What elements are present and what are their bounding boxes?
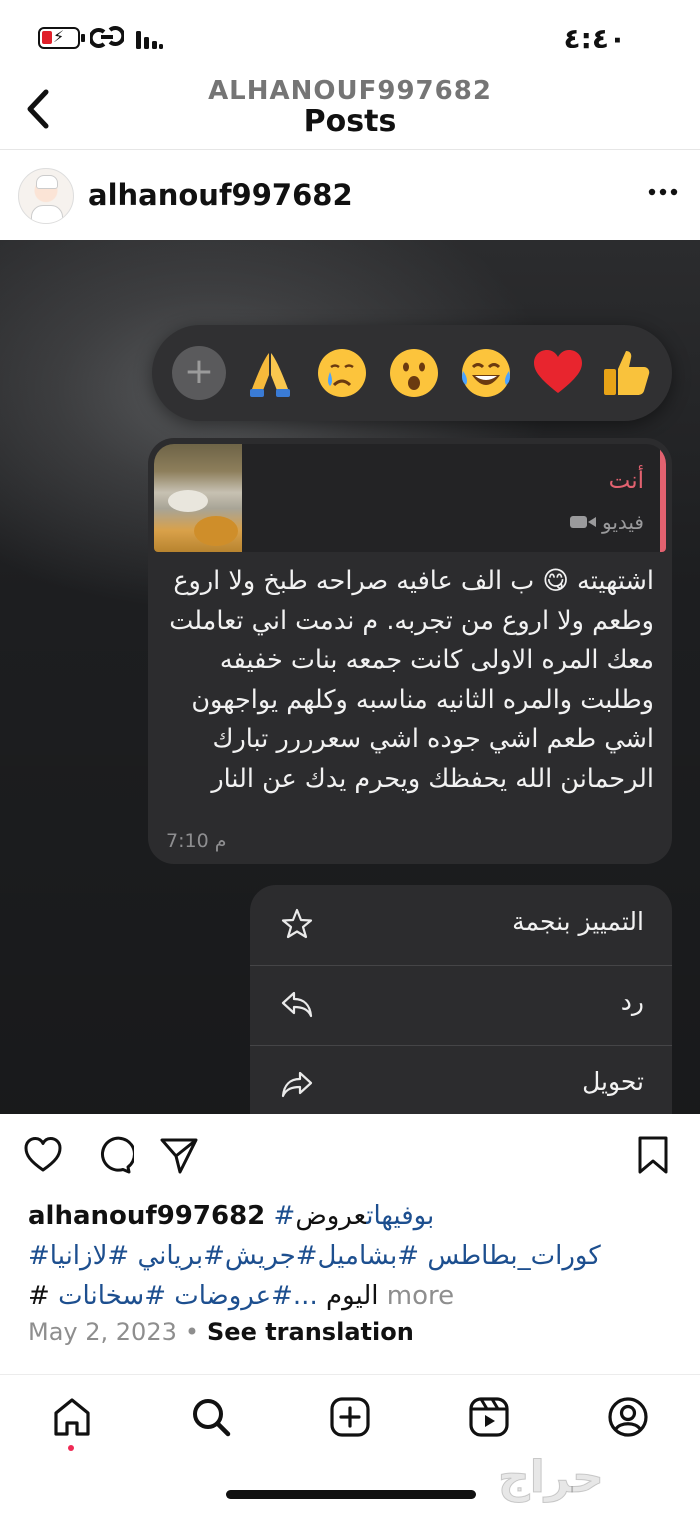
video-thumbnail [154, 444, 242, 552]
see-translation-link[interactable]: See translation [207, 1318, 414, 1346]
avatar[interactable] [18, 168, 74, 224]
status-bar: ⚡ ٤:٤٠ [0, 0, 700, 70]
chat-message-bubble: أنت فيديو اشتهيته 😋 ب الف عافيه صراحه طب… [148, 438, 672, 864]
link-icon [90, 26, 124, 48]
thumbs-up-emoji-icon [604, 351, 650, 395]
crying-emoji-icon [318, 349, 366, 397]
message-time: 7:10 م [166, 830, 227, 852]
header: ALHANOUF997682 Posts [0, 70, 700, 150]
create-icon[interactable] [328, 1395, 372, 1439]
reply-quote: أنت فيديو [154, 444, 666, 552]
post-author-row: alhanouf997682 [0, 152, 700, 240]
post-caption: alhanouf997682 #بوفيهاتعروض #كورات_بطاطس… [28, 1196, 678, 1316]
reply-arrow-icon [281, 991, 313, 1018]
menu-item-star: التمييز بنجمة [250, 885, 672, 965]
caption-line: alhanouf997682 #بوفيهاتعروض [28, 1196, 678, 1236]
heart-emoji-icon [534, 350, 582, 393]
signal-icon [136, 31, 163, 49]
caption-hashtags[interactable]: #كورات_بطاطس #بشاميل#جريش#برياني #لازاني… [28, 1236, 678, 1276]
post-image[interactable]: + أنت فيديو اشتهيته 😋 ب الف عافيه صراحه … [0, 240, 700, 1114]
add-reaction-icon: + [172, 346, 226, 400]
header-username: ALHANOUF997682 [208, 76, 492, 106]
more-horizontal-icon[interactable] [648, 186, 678, 198]
status-time: ٤:٤٠ [563, 22, 626, 55]
comment-icon[interactable] [92, 1134, 134, 1176]
post-author-name[interactable]: alhanouf997682 [88, 178, 353, 212]
reply-sender: أنت [608, 468, 644, 494]
menu-item-reply: رد [250, 965, 672, 1045]
message-context-menu: التمييز بنجمة رد تحويل [250, 885, 672, 1114]
post-actions [0, 1114, 700, 1196]
page-title: Posts [303, 104, 397, 139]
forward-arrow-icon [281, 1071, 313, 1098]
home-icon[interactable] [50, 1395, 94, 1439]
notification-dot [68, 1445, 74, 1451]
reply-type-label: فيديو [602, 510, 644, 534]
reply-type: فيديو [570, 510, 644, 534]
message-text: اشتهيته 😋 ب الف عافيه صراحه طبخ ولا اروع… [169, 566, 654, 794]
menu-item-label: تحويل [582, 1067, 644, 1096]
post-date: May 2, 2023 [28, 1318, 177, 1346]
watermark-logo: حراج [498, 1452, 605, 1504]
laughing-emoji-icon [462, 349, 510, 397]
caption-line: # اليوم ...#عروضات #سخانات more [28, 1276, 678, 1316]
caption-username[interactable]: alhanouf997682 [28, 1201, 265, 1231]
menu-item-forward: تحويل [250, 1045, 672, 1114]
caption-text: عروض [295, 1201, 367, 1231]
caption-hashtags[interactable]: ...#عروضات #سخانات [58, 1281, 318, 1311]
wow-emoji-icon [390, 349, 438, 397]
share-icon[interactable] [158, 1134, 200, 1176]
post-meta: May 2, 2023 • See translation [28, 1318, 414, 1346]
search-icon[interactable] [189, 1395, 233, 1439]
star-icon [281, 908, 313, 939]
menu-item-label: التمييز بنجمة [512, 907, 644, 936]
heart-icon[interactable] [22, 1134, 64, 1176]
more-link[interactable]: more [387, 1281, 454, 1311]
reaction-bar: + [152, 325, 672, 421]
battery-charging-icon: ⚡ [38, 27, 85, 49]
menu-item-label: رد [620, 987, 644, 1016]
bookmark-icon[interactable] [632, 1134, 674, 1176]
profile-icon[interactable] [606, 1395, 650, 1439]
video-camera-icon [570, 516, 596, 528]
home-indicator [226, 1490, 476, 1499]
reels-icon[interactable] [467, 1395, 511, 1439]
pray-emoji-icon [250, 353, 290, 397]
